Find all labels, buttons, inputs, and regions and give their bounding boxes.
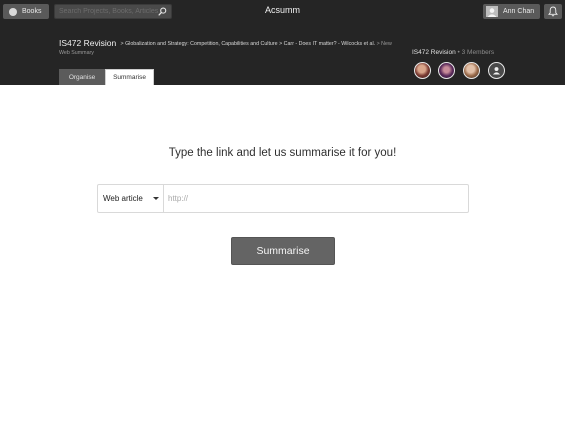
notifications-button[interactable] [544,4,562,19]
search-box [54,4,172,19]
source-type-value: Web article [103,194,143,203]
page-headline: Type the link and let us summarise it fo… [168,147,397,159]
group-member-count: 3 Members [461,49,495,56]
add-member-icon [492,67,501,75]
top-bar: Books Acsumm Ann Chan IS472 Revision > G… [0,0,565,85]
books-button[interactable]: Books [3,4,49,19]
member-avatar[interactable] [414,62,431,79]
search-icon[interactable] [158,7,167,16]
group-name[interactable]: IS472 Revision [412,49,456,56]
breadcrumb: > Globalization and Strategy: Competitio… [59,40,394,58]
breadcrumb-separator: > [376,41,380,47]
tab-organise[interactable]: Organise [59,69,105,85]
breadcrumb-item[interactable]: Globalization and Strategy: Competition,… [125,41,278,47]
user-name: Ann Chan [503,8,535,15]
user-menu-button[interactable]: Ann Chan [483,4,540,19]
breadcrumb-separator: > [279,41,283,47]
tab-summarise[interactable]: Summarise [105,69,154,85]
member-avatar[interactable] [438,62,455,79]
chevron-down-icon [153,197,159,200]
user-avatar-icon [486,6,498,17]
books-icon [9,7,17,16]
breadcrumb-item[interactable]: Carr - Does IT matter? - Wilcocks et al. [284,41,375,47]
breadcrumb-separator: > [120,41,124,47]
source-type-select[interactable]: Web article [98,185,164,212]
bell-icon [548,6,558,17]
group-info: IS472 Revision • 3 Members [412,49,494,56]
search-input[interactable] [57,5,161,18]
url-input[interactable] [166,185,468,212]
summarise-button[interactable]: Summarise [231,237,335,265]
add-member-button[interactable] [488,62,505,79]
link-form: Web article [97,184,469,213]
member-avatar[interactable] [463,62,480,79]
books-label: Books [22,8,42,15]
group-bullet: • [457,49,460,56]
